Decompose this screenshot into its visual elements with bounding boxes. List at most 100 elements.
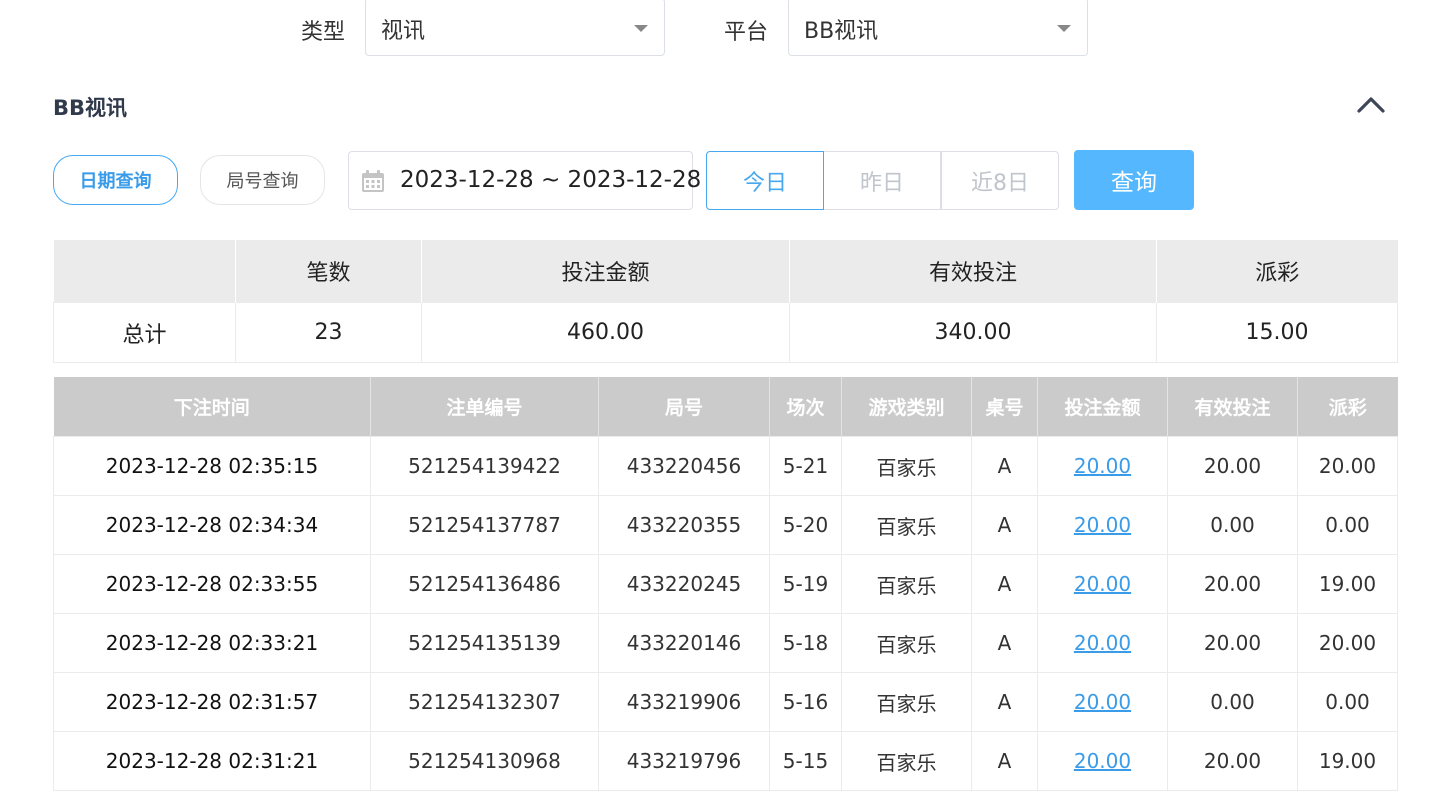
- summary-header-cell: 笔数: [235, 240, 422, 303]
- type-select[interactable]: 视讯: [365, 0, 665, 56]
- detail-header-row: 下注时间 注单编号 局号 场次 游戏类别 桌号 投注金额 有效投注 派彩: [53, 377, 1398, 437]
- session: 5-20: [769, 495, 842, 555]
- chevron-up-icon[interactable]: [1356, 92, 1386, 118]
- platform-select-value: BB视讯: [804, 19, 879, 44]
- game-type: 百家乐: [841, 554, 972, 614]
- table-row: 2023-12-28 02:31:21 521254130968 4332197…: [53, 731, 1398, 791]
- round-query-tab[interactable]: 局号查询: [200, 155, 325, 205]
- bet-id: 521254139422: [370, 436, 599, 496]
- session: 5-19: [769, 554, 842, 614]
- today-button[interactable]: 今日: [706, 151, 824, 210]
- session: 5-15: [769, 731, 842, 791]
- type-select-value: 视讯: [381, 19, 426, 44]
- bet-amount-cell: 20.00: [1037, 554, 1168, 614]
- round-id: 433220355: [598, 495, 770, 555]
- column-header: 投注金额: [1037, 377, 1168, 437]
- bet-amount-cell: 20.00: [1037, 495, 1168, 555]
- table-no: A: [971, 436, 1038, 496]
- payout: 0.00: [1297, 495, 1398, 555]
- payout: 20.00: [1297, 436, 1398, 496]
- round-id: 433219796: [598, 731, 770, 791]
- payout: 0.00: [1297, 672, 1398, 732]
- table-row: 2023-12-28 02:33:55 521254136486 4332202…: [53, 554, 1398, 614]
- bet-amount-cell: 20.00: [1037, 613, 1168, 673]
- game-type: 百家乐: [841, 672, 972, 732]
- bet-id: 521254135139: [370, 613, 599, 673]
- calendar-icon: [361, 169, 385, 197]
- bet-time: 2023-12-28 02:31:21: [53, 731, 371, 791]
- payout: 20.00: [1297, 613, 1398, 673]
- bet-time: 2023-12-28 02:35:15: [53, 436, 371, 496]
- table-no: A: [971, 495, 1038, 555]
- summary-header-cell: 派彩: [1156, 240, 1398, 303]
- summary-cell: 340.00: [789, 302, 1157, 363]
- bet-amount-link[interactable]: 20.00: [1074, 749, 1131, 773]
- column-header: 派彩: [1297, 377, 1398, 437]
- bet-amount-link[interactable]: 20.00: [1074, 454, 1131, 478]
- summary-header-cell: 有效投注: [789, 240, 1157, 303]
- valid-bet: 20.00: [1167, 613, 1298, 673]
- platform-select[interactable]: BB视讯: [788, 0, 1088, 56]
- bet-detail-table: 下注时间 注单编号 局号 场次 游戏类别 桌号 投注金额 有效投注 派彩 202…: [53, 377, 1398, 791]
- bet-amount-cell: 20.00: [1037, 672, 1168, 732]
- query-button[interactable]: 查询: [1074, 150, 1194, 210]
- summary-header-cell: 投注金额: [421, 240, 790, 303]
- bet-id: 521254130968: [370, 731, 599, 791]
- table-row: 2023-12-28 02:33:21 521254135139 4332201…: [53, 613, 1398, 673]
- round-id: 433219906: [598, 672, 770, 732]
- table-no: A: [971, 554, 1038, 614]
- bet-amount-link[interactable]: 20.00: [1074, 572, 1131, 596]
- bet-time: 2023-12-28 02:34:34: [53, 495, 371, 555]
- summary-header-row: 笔数 投注金额 有效投注 派彩: [53, 240, 1398, 303]
- valid-bet: 20.00: [1167, 436, 1298, 496]
- game-type: 百家乐: [841, 495, 972, 555]
- summary-header-cell: [53, 240, 236, 303]
- game-type: 百家乐: [841, 731, 972, 791]
- column-header: 局号: [598, 377, 770, 437]
- caret-down-icon: [634, 25, 648, 32]
- column-header: 下注时间: [53, 377, 371, 437]
- table-no: A: [971, 613, 1038, 673]
- summary-cell: 460.00: [421, 302, 790, 363]
- valid-bet: 0.00: [1167, 672, 1298, 732]
- round-id: 433220245: [598, 554, 770, 614]
- column-header: 注单编号: [370, 377, 599, 437]
- last-8-days-button[interactable]: 近8日: [941, 151, 1059, 210]
- bet-time: 2023-12-28 02:31:57: [53, 672, 371, 732]
- bet-amount-link[interactable]: 20.00: [1074, 513, 1131, 537]
- session: 5-16: [769, 672, 842, 732]
- table-no: A: [971, 731, 1038, 791]
- date-query-tab[interactable]: 日期查询: [53, 155, 178, 205]
- caret-down-icon: [1057, 25, 1071, 32]
- bet-id: 521254136486: [370, 554, 599, 614]
- yesterday-button[interactable]: 昨日: [823, 151, 941, 210]
- bet-id: 521254132307: [370, 672, 599, 732]
- bet-amount-cell: 20.00: [1037, 731, 1168, 791]
- bet-time: 2023-12-28 02:33:55: [53, 554, 371, 614]
- summary-cell: 15.00: [1156, 302, 1398, 363]
- column-header: 场次: [769, 377, 842, 437]
- game-type: 百家乐: [841, 613, 972, 673]
- round-id: 433220456: [598, 436, 770, 496]
- bet-id: 521254137787: [370, 495, 599, 555]
- column-header: 游戏类别: [841, 377, 972, 437]
- date-range-value: 2023-12-28 ~ 2023-12-28: [400, 167, 702, 193]
- bet-time: 2023-12-28 02:33:21: [53, 613, 371, 673]
- summary-cell: 23: [235, 302, 422, 363]
- platform-label: 平台: [724, 20, 769, 45]
- section-title: BB视讯: [53, 96, 128, 120]
- bet-amount-link[interactable]: 20.00: [1074, 690, 1131, 714]
- session: 5-21: [769, 436, 842, 496]
- date-range-picker[interactable]: 2023-12-28 ~ 2023-12-28: [348, 151, 701, 210]
- bet-amount-link[interactable]: 20.00: [1074, 631, 1131, 655]
- valid-bet: 20.00: [1167, 554, 1298, 614]
- session: 5-18: [769, 613, 842, 673]
- summary-cell: 总计: [53, 302, 236, 363]
- round-id: 433220146: [598, 613, 770, 673]
- table-no: A: [971, 672, 1038, 732]
- game-type: 百家乐: [841, 436, 972, 496]
- type-label: 类型: [301, 20, 346, 45]
- column-header: 有效投注: [1167, 377, 1298, 437]
- summary-table: 笔数 投注金额 有效投注 派彩 总计 23 460.00 340.00 15.0…: [53, 240, 1398, 363]
- table-row: 2023-12-28 02:35:15 521254139422 4332204…: [53, 436, 1398, 496]
